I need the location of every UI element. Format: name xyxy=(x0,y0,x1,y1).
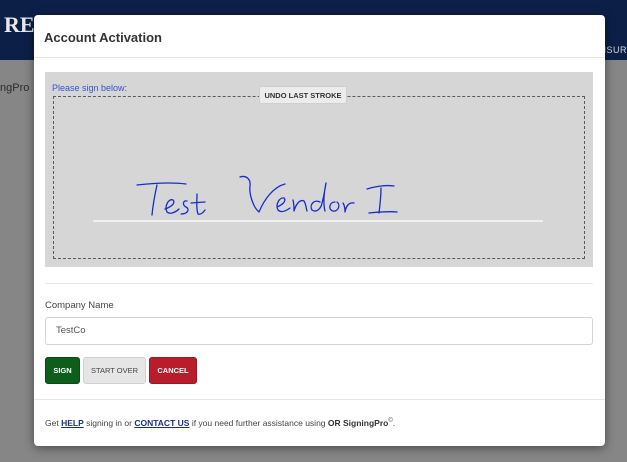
footer-divider xyxy=(34,399,605,400)
section-divider xyxy=(45,283,593,284)
brand-logo-text: RE xyxy=(4,12,35,37)
footer-prefix: Get xyxy=(45,418,59,428)
signature-ink xyxy=(136,175,398,216)
company-name-label: Company Name xyxy=(45,300,114,311)
help-footer: Get HELP signing in or CONTACT US if you… xyxy=(45,418,395,428)
company-name-input[interactable]: TestCo xyxy=(45,317,593,345)
sign-button[interactable]: SIGN xyxy=(45,357,80,384)
cancel-button[interactable]: CANCEL xyxy=(149,357,197,384)
signature-drawing xyxy=(93,175,543,222)
start-over-button[interactable]: START OVER xyxy=(83,357,146,384)
product-name: OR SigningPro xyxy=(327,418,389,428)
help-link[interactable]: HELP xyxy=(61,418,84,428)
footer-middle: signing in or xyxy=(86,418,132,428)
sidebar-text: ngPro xyxy=(0,82,30,94)
footer-end: . xyxy=(392,418,396,428)
signature-panel: Please sign below: UNDO LAST STROKE xyxy=(45,72,593,267)
contact-us-link[interactable]: CONTACT US xyxy=(134,418,189,428)
modal-title: Account Activation xyxy=(44,29,162,45)
modal-header: Account Activation xyxy=(34,15,605,58)
footer-suffix: if you need further assistance using xyxy=(191,418,326,428)
action-buttons: SIGN START OVER CANCEL xyxy=(45,357,197,384)
account-activation-modal: Account Activation Please sign below: UN… xyxy=(34,15,605,446)
